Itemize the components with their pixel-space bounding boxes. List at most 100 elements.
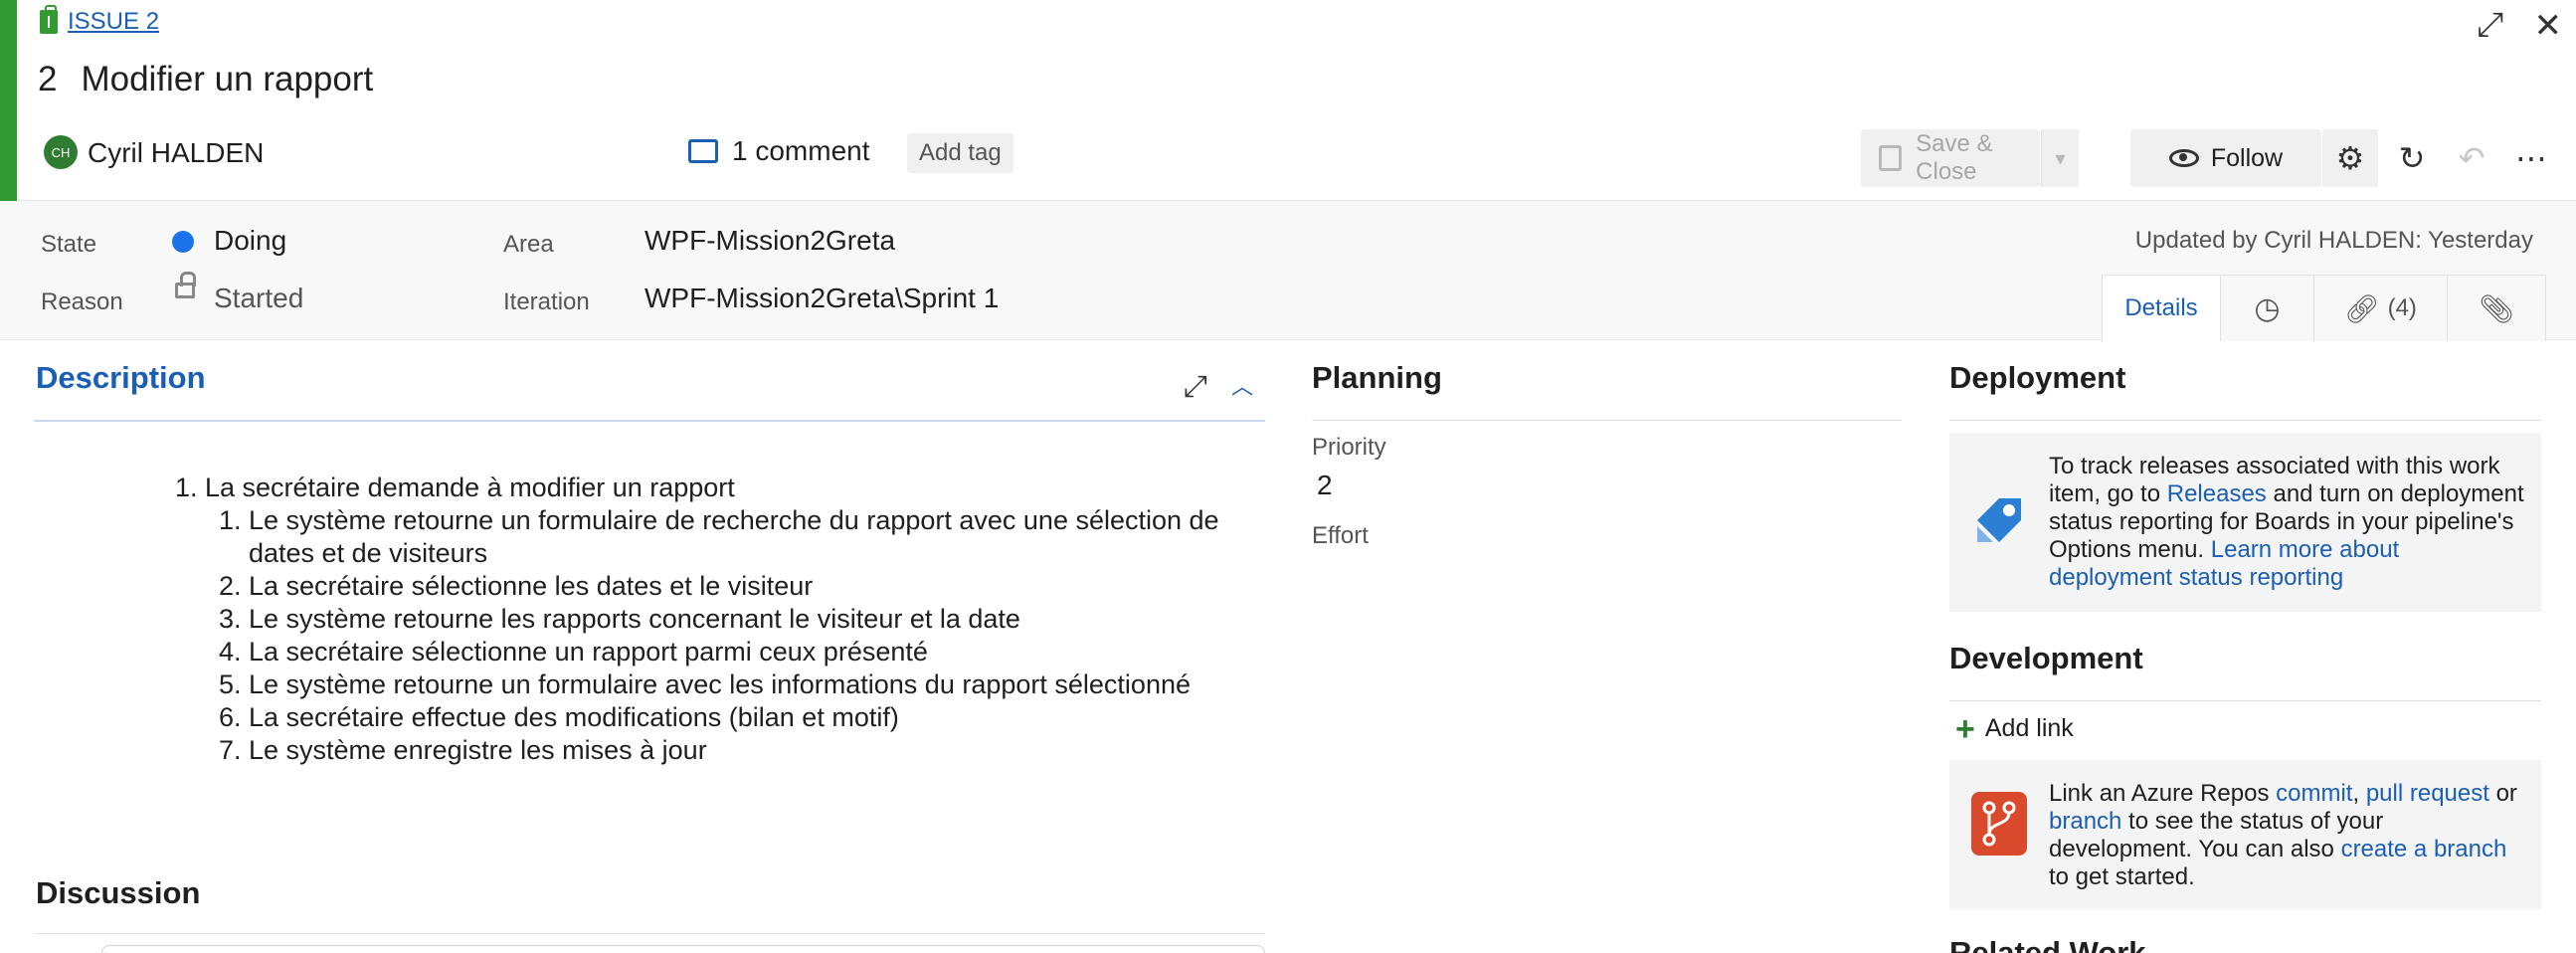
more-icon: ⋯ bbox=[2515, 140, 2547, 176]
comment-count: 1 comment bbox=[732, 135, 870, 166]
refresh-button[interactable]: ↻ bbox=[2384, 129, 2440, 187]
follow-label: Follow bbox=[2210, 143, 2284, 172]
work-item-title[interactable]: Modifier un rapport bbox=[81, 60, 373, 99]
settings-button[interactable]: ⚙ bbox=[2322, 129, 2378, 187]
tab-history[interactable]: ◷ bbox=[2220, 276, 2313, 341]
deployment-text: To track releases associated with this w… bbox=[2049, 453, 2526, 592]
undo-icon: ↶ bbox=[2458, 140, 2485, 176]
tab-attachments[interactable]: 📎︎ bbox=[2447, 276, 2546, 341]
chevron-down-icon: ▾ bbox=[2055, 147, 2066, 170]
development-text-part: , bbox=[2352, 780, 2366, 807]
refresh-icon: ↻ bbox=[2398, 140, 2426, 176]
issue-icon bbox=[40, 5, 58, 34]
work-item-header: ISSUE 2 ⤢ ✕ 2 Modifier un rapport CH Cyr… bbox=[17, 0, 2576, 201]
planning-heading: Planning bbox=[1312, 360, 1442, 395]
lock-icon bbox=[175, 272, 196, 298]
area-value[interactable]: WPF-Mission2Greta bbox=[644, 225, 895, 257]
link-icon: 🔗︎ bbox=[2344, 292, 2380, 324]
save-close-button[interactable]: Save & Close bbox=[1861, 129, 2040, 187]
state-value[interactable]: Doing bbox=[214, 225, 286, 257]
paperclip-icon: 📎︎ bbox=[2479, 292, 2514, 324]
main-step: La secrétaire demande à modifier un rapp… bbox=[205, 473, 735, 502]
add-link-label: Add link bbox=[1984, 714, 2074, 742]
branch-link[interactable]: branch bbox=[2049, 808, 2121, 835]
window-controls: ⤢ ✕ bbox=[2477, 6, 2562, 46]
area-label: Area bbox=[503, 231, 554, 258]
follow-button[interactable]: Follow bbox=[2130, 129, 2321, 187]
development-text-part: to get started. bbox=[2049, 863, 2195, 890]
tab-links[interactable]: 🔗︎ (4) bbox=[2313, 276, 2447, 341]
discussion-divider bbox=[34, 933, 1265, 934]
add-link-button[interactable]: + Add link bbox=[1955, 709, 2074, 748]
gear-icon: ⚙ bbox=[2335, 140, 2365, 176]
eye-icon bbox=[2168, 149, 2199, 167]
development-divider bbox=[1949, 700, 2541, 701]
planning-divider bbox=[1312, 420, 1902, 421]
reason-value: Started bbox=[214, 283, 304, 313]
releases-link[interactable]: Releases bbox=[2167, 480, 2267, 507]
list-item: La secrétaire demande à modifier un rapp… bbox=[205, 472, 1243, 767]
list-item: Le système enregistre les mises à jour bbox=[249, 734, 1243, 767]
plus-icon: + bbox=[1955, 709, 1975, 748]
work-item-type-link[interactable]: ISSUE 2 bbox=[40, 5, 159, 36]
pull-request-link[interactable]: pull request bbox=[2366, 780, 2489, 807]
more-actions-button[interactable]: ⋯ bbox=[2503, 129, 2559, 187]
development-text: Link an Azure Repos commit, pull request… bbox=[2049, 780, 2526, 891]
save-icon bbox=[1879, 145, 1903, 171]
description-heading: Description bbox=[36, 360, 206, 395]
priority-label: Priority bbox=[1312, 434, 1386, 461]
priority-value[interactable]: 2 bbox=[1317, 470, 1333, 501]
branch-icon bbox=[1982, 801, 2016, 847]
close-icon[interactable]: ✕ bbox=[2534, 6, 2563, 46]
tab-details[interactable]: Details bbox=[2102, 276, 2220, 341]
save-close-label: Save & Close bbox=[1916, 130, 1993, 185]
effort-label: Effort bbox=[1312, 522, 1369, 549]
commit-link[interactable]: commit bbox=[2276, 780, 2352, 807]
comment-icon bbox=[688, 139, 718, 163]
rocket-icon bbox=[1977, 498, 2021, 542]
save-dropdown-button[interactable]: ▾ bbox=[2041, 129, 2079, 187]
chevron-up-icon[interactable]: ︿ bbox=[1231, 370, 1253, 404]
description-divider bbox=[34, 420, 1265, 422]
maximize-icon[interactable]: ⤢ bbox=[1184, 370, 1207, 404]
state-label: State bbox=[41, 231, 97, 258]
deployment-card: To track releases associated with this w… bbox=[1949, 433, 2541, 612]
repos-icon bbox=[1971, 792, 2027, 856]
related-work-heading: Related Work bbox=[1949, 935, 2146, 953]
deployment-divider bbox=[1949, 420, 2541, 421]
iteration-value[interactable]: WPF-Mission2Greta\Sprint 1 bbox=[644, 283, 999, 314]
details-tabs: Details ◷ 🔗︎ (4) 📎︎ bbox=[2102, 275, 2546, 341]
development-heading: Development bbox=[1949, 641, 2143, 675]
avatar: CH bbox=[44, 135, 78, 169]
reason-label: Reason bbox=[41, 288, 123, 315]
list-item: Le système retourne les rapports concern… bbox=[249, 603, 1243, 636]
work-item-type-color-bar bbox=[0, 0, 17, 201]
add-tag-button[interactable]: Add tag bbox=[907, 133, 1013, 173]
discussion-heading: Discussion bbox=[36, 875, 201, 910]
expand-icon[interactable]: ⤢ bbox=[2477, 6, 2503, 46]
development-text-part: or bbox=[2488, 780, 2517, 807]
assignee-name[interactable]: Cyril HALDEN bbox=[88, 137, 264, 169]
undo-button[interactable]: ↶ bbox=[2444, 129, 2499, 187]
description-tools: ⤢ ︿ bbox=[1184, 370, 1253, 404]
history-icon: ◷ bbox=[2254, 291, 2281, 325]
list-item: Le système retourne un formulaire de rec… bbox=[249, 504, 1243, 570]
create-branch-link[interactable]: create a branch bbox=[2341, 836, 2507, 862]
effort-field[interactable] bbox=[1312, 553, 1902, 589]
list-item: La secrétaire effectue des modifications… bbox=[249, 701, 1243, 734]
updated-info[interactable]: Updated by Cyril HALDEN: Yesterday bbox=[2135, 227, 2533, 255]
description-editor[interactable]: La secrétaire demande à modifier un rapp… bbox=[169, 472, 1243, 767]
development-text-part: Link an Azure Repos bbox=[2049, 780, 2277, 807]
sub-steps-list: Le système retourne un formulaire de rec… bbox=[249, 504, 1243, 767]
links-count: (4) bbox=[2387, 294, 2417, 321]
comments-link[interactable]: 1 comment bbox=[688, 135, 870, 167]
issue-link[interactable]: ISSUE 2 bbox=[68, 8, 159, 36]
list-item: Le système retourne un formulaire avec l… bbox=[249, 668, 1243, 701]
discussion-input[interactable] bbox=[101, 945, 1265, 953]
state-indicator bbox=[172, 231, 194, 253]
deployment-heading: Deployment bbox=[1949, 360, 2126, 395]
development-card: Link an Azure Repos commit, pull request… bbox=[1949, 760, 2541, 909]
title-row: 2 Modifier un rapport bbox=[38, 60, 373, 99]
list-item: La secrétaire sélectionne les dates et l… bbox=[249, 570, 1243, 603]
list-item: La secrétaire sélectionne un rapport par… bbox=[249, 636, 1243, 668]
